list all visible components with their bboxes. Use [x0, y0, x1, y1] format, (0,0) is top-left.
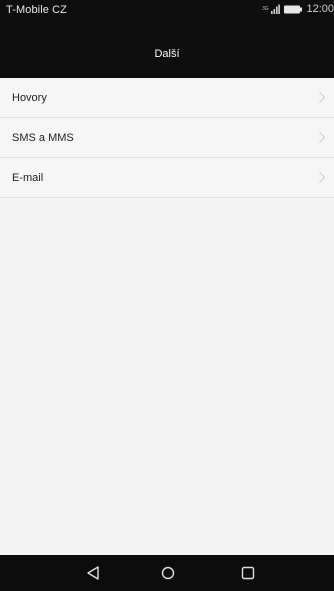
list-item-label: SMS a MMS	[12, 132, 74, 144]
home-button[interactable]	[156, 561, 180, 585]
action-bar: Další	[0, 38, 334, 78]
page-title: Další	[154, 48, 180, 60]
list-item-sms-mms[interactable]: SMS a MMS	[0, 118, 334, 158]
settings-list: Hovory SMS a MMS E-mail	[0, 78, 334, 198]
back-button[interactable]	[81, 561, 105, 585]
status-indicators: 3G 12:00	[262, 3, 334, 15]
chevron-right-icon	[319, 132, 326, 143]
clock: 12:00	[306, 3, 334, 15]
chevron-right-icon	[319, 92, 326, 103]
signal-icon: 3G	[262, 4, 281, 15]
svg-text:3G: 3G	[262, 6, 269, 12]
list-item-label: Hovory	[12, 92, 47, 104]
recent-apps-icon	[241, 566, 255, 580]
home-icon	[161, 566, 175, 580]
navigation-bar	[0, 555, 334, 591]
back-icon	[87, 566, 99, 580]
battery-icon	[284, 5, 303, 14]
status-bar: T-Mobile CZ 3G 12:00	[0, 0, 334, 38]
recent-apps-button[interactable]	[236, 561, 260, 585]
list-item-label: E-mail	[12, 172, 44, 184]
phone-screen: T-Mobile CZ 3G 12:00 Další Hovory SMS a …	[0, 0, 334, 591]
carrier-name: T-Mobile CZ	[6, 4, 67, 16]
list-item-calls[interactable]: Hovory	[0, 78, 334, 118]
chevron-right-icon	[319, 172, 326, 183]
list-item-email[interactable]: E-mail	[0, 158, 334, 198]
